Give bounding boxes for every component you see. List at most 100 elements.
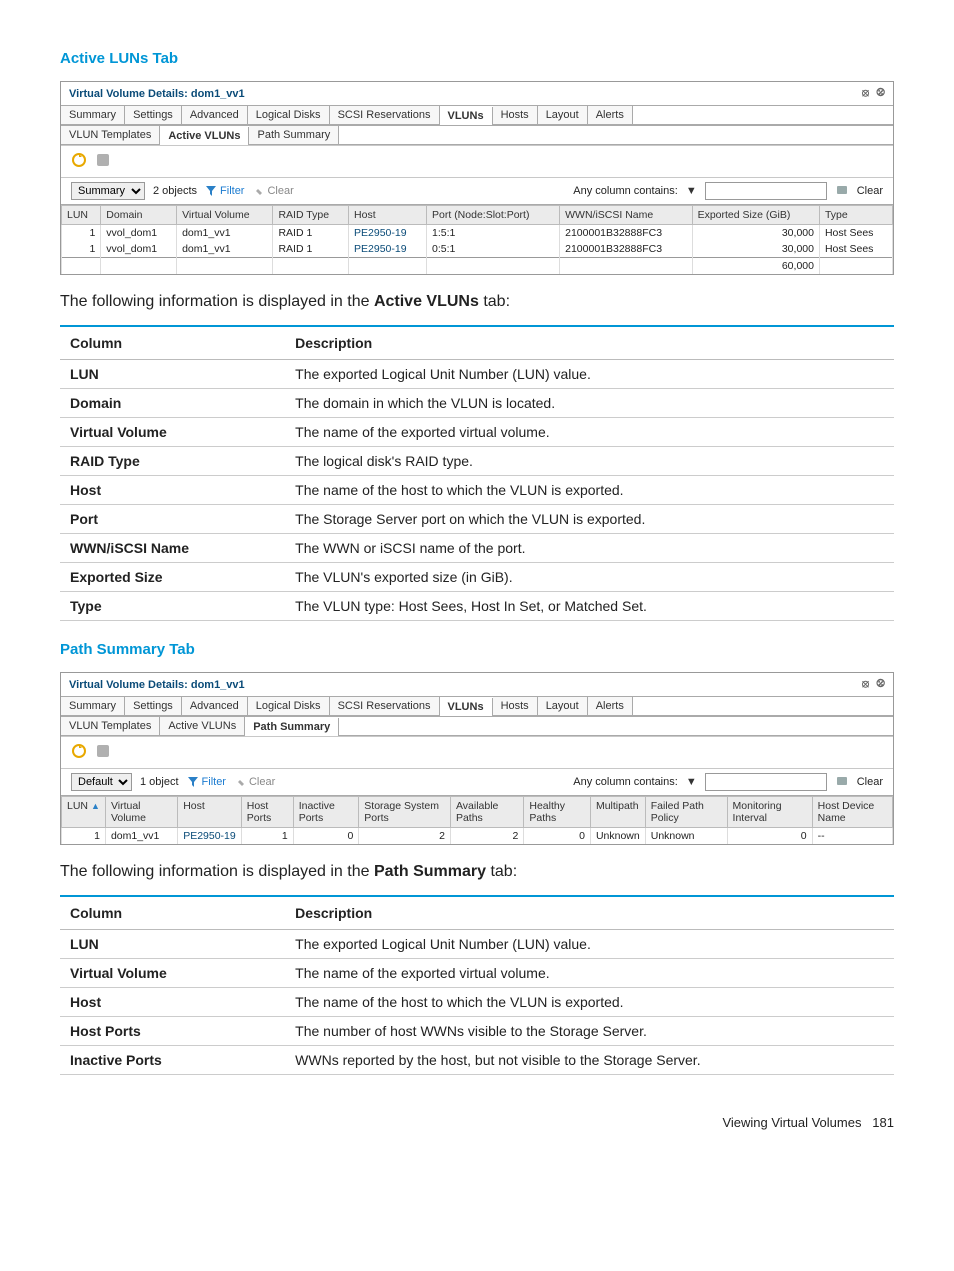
doc-head-column: Column bbox=[60, 326, 285, 360]
tab-row-top: Summary Settings Advanced Logical Disks … bbox=[61, 696, 893, 716]
tab-row-sub: VLUN Templates Active VLUNs Path Summary bbox=[61, 125, 893, 145]
col-host-ports[interactable]: Host Ports bbox=[241, 797, 293, 828]
table-row[interactable]: 1 dom1_vv1 PE2950-19 1 0 2 2 0 Unknown U… bbox=[62, 828, 893, 845]
filter-input[interactable] bbox=[705, 773, 827, 791]
path-summary-grid: LUN▲ Virtual Volume Host Host Ports Inac… bbox=[61, 796, 893, 844]
icon-strip bbox=[61, 736, 893, 769]
col-storage-ports[interactable]: Storage System Ports bbox=[359, 797, 451, 828]
tab-hosts[interactable]: Hosts bbox=[493, 697, 538, 715]
col-port[interactable]: Port (Node:Slot:Port) bbox=[427, 206, 560, 225]
col-monitoring-interval[interactable]: Monitoring Interval bbox=[727, 797, 812, 828]
tab-active-vluns[interactable]: Active VLUNs bbox=[160, 127, 249, 145]
tab-logical-disks[interactable]: Logical Disks bbox=[248, 697, 330, 715]
tab-active-vluns[interactable]: Active VLUNs bbox=[160, 717, 245, 735]
table-row[interactable]: 1 vvol_dom1 dom1_vv1 RAID 1 PE2950-19 0:… bbox=[62, 241, 893, 258]
doc-head-column: Column bbox=[60, 896, 285, 930]
filter-mode-select[interactable]: Summary bbox=[71, 182, 145, 200]
sort-asc-icon: ▲ bbox=[91, 801, 100, 811]
filter-mode-select[interactable]: Default bbox=[71, 773, 132, 791]
clear-left[interactable]: Clear bbox=[252, 185, 293, 197]
collapse-down-icon[interactable]: ⦼ bbox=[876, 678, 885, 690]
col-failed-policy[interactable]: Failed Path Policy bbox=[645, 797, 727, 828]
col-virtual-volume[interactable]: Virtual Volume bbox=[177, 206, 273, 225]
tab-layout[interactable]: Layout bbox=[538, 106, 588, 124]
col-domain[interactable]: Domain bbox=[101, 206, 177, 225]
tab-logical-disks[interactable]: Logical Disks bbox=[248, 106, 330, 124]
col-virtual-volume[interactable]: Virtual Volume bbox=[105, 797, 177, 828]
clear-left[interactable]: Clear bbox=[234, 776, 275, 788]
contains-label: Any column contains: bbox=[573, 776, 678, 788]
col-multipath[interactable]: Multipath bbox=[590, 797, 645, 828]
filter-link[interactable]: Filter bbox=[187, 776, 226, 788]
col-host[interactable]: Host bbox=[178, 797, 242, 828]
tab-row-sub: VLUN Templates Active VLUNs Path Summary bbox=[61, 716, 893, 736]
book-icon[interactable] bbox=[835, 774, 849, 791]
doc-head-description: Description bbox=[285, 326, 894, 360]
doc-table-active-vluns: Column Description LUNThe exported Logic… bbox=[60, 325, 894, 621]
section-title-active-luns: Active LUNs Tab bbox=[60, 50, 894, 67]
table-total-row: 60,000 bbox=[62, 258, 893, 275]
tab-summary[interactable]: Summary bbox=[61, 106, 125, 124]
filter-bar: Summary 2 objects Filter Clear Any colum… bbox=[61, 178, 893, 205]
tab-settings[interactable]: Settings bbox=[125, 697, 182, 715]
tab-alerts[interactable]: Alerts bbox=[588, 106, 633, 124]
collapse-up-icon[interactable]: ⦻ bbox=[862, 678, 869, 690]
section-title-path-summary: Path Summary Tab bbox=[60, 641, 894, 658]
intro-active-vluns: The following information is displayed i… bbox=[60, 293, 894, 311]
col-lun[interactable]: LUN bbox=[62, 206, 101, 225]
panel-path-summary: Virtual Volume Details: dom1_vv1 ⦻ ⦼ Sum… bbox=[60, 672, 894, 845]
col-lun[interactable]: LUN▲ bbox=[62, 797, 106, 828]
tab-scsi-reservations[interactable]: SCSI Reservations bbox=[330, 106, 440, 124]
filter-icon[interactable] bbox=[95, 743, 111, 762]
filter-link[interactable]: Filter bbox=[205, 185, 244, 197]
page-footer: Viewing Virtual Volumes 181 bbox=[60, 1115, 894, 1130]
col-healthy-paths[interactable]: Healthy Paths bbox=[524, 797, 591, 828]
chevron-down-icon[interactable]: ▼ bbox=[686, 776, 697, 788]
col-exported-size[interactable]: Exported Size (GiB) bbox=[692, 206, 819, 225]
chevron-down-icon[interactable]: ▼ bbox=[686, 185, 697, 197]
tab-vlun-templates[interactable]: VLUN Templates bbox=[61, 717, 160, 735]
refresh-icon[interactable] bbox=[71, 743, 87, 762]
col-host[interactable]: Host bbox=[349, 206, 427, 225]
panel-title-text: Virtual Volume Details: dom1_vv1 bbox=[69, 679, 245, 691]
panel-title-text: Virtual Volume Details: dom1_vv1 bbox=[69, 88, 245, 100]
tab-path-summary[interactable]: Path Summary bbox=[245, 718, 339, 736]
tab-advanced[interactable]: Advanced bbox=[182, 106, 248, 124]
col-available-paths[interactable]: Available Paths bbox=[450, 797, 523, 828]
filter-icon[interactable] bbox=[95, 152, 111, 171]
filter-input[interactable] bbox=[705, 182, 827, 200]
book-icon[interactable] bbox=[835, 183, 849, 200]
col-host-device-name[interactable]: Host Device Name bbox=[812, 797, 892, 828]
filter-bar: Default 1 object Filter Clear Any column… bbox=[61, 769, 893, 796]
tab-advanced[interactable]: Advanced bbox=[182, 697, 248, 715]
col-inactive-ports[interactable]: Inactive Ports bbox=[293, 797, 359, 828]
clear-right[interactable]: Clear bbox=[857, 185, 883, 197]
doc-head-description: Description bbox=[285, 896, 894, 930]
icon-strip bbox=[61, 145, 893, 178]
tab-vluns[interactable]: VLUNs bbox=[440, 698, 493, 716]
col-wwn[interactable]: WWN/iSCSI Name bbox=[560, 206, 692, 225]
tab-vlun-templates[interactable]: VLUN Templates bbox=[61, 126, 160, 144]
col-raid-type[interactable]: RAID Type bbox=[273, 206, 349, 225]
col-type[interactable]: Type bbox=[819, 206, 892, 225]
tab-layout[interactable]: Layout bbox=[538, 697, 588, 715]
object-count: 1 object bbox=[140, 776, 179, 788]
tab-path-summary[interactable]: Path Summary bbox=[249, 126, 339, 144]
active-vluns-grid: LUN Domain Virtual Volume RAID Type Host… bbox=[61, 205, 893, 274]
clear-right[interactable]: Clear bbox=[857, 776, 883, 788]
refresh-icon[interactable] bbox=[71, 152, 87, 171]
doc-table-path-summary: Column Description LUNThe exported Logic… bbox=[60, 895, 894, 1075]
tab-row-top: Summary Settings Advanced Logical Disks … bbox=[61, 105, 893, 125]
table-row[interactable]: 1 vvol_dom1 dom1_vv1 RAID 1 PE2950-19 1:… bbox=[62, 225, 893, 242]
collapse-down-icon[interactable]: ⦼ bbox=[876, 87, 885, 99]
contains-label: Any column contains: bbox=[573, 185, 678, 197]
collapse-up-icon[interactable]: ⦻ bbox=[862, 87, 869, 99]
tab-scsi-reservations[interactable]: SCSI Reservations bbox=[330, 697, 440, 715]
tab-vluns[interactable]: VLUNs bbox=[440, 107, 493, 125]
tab-alerts[interactable]: Alerts bbox=[588, 697, 633, 715]
tab-summary[interactable]: Summary bbox=[61, 697, 125, 715]
tab-hosts[interactable]: Hosts bbox=[493, 106, 538, 124]
object-count: 2 objects bbox=[153, 185, 197, 197]
tab-settings[interactable]: Settings bbox=[125, 106, 182, 124]
panel-active-vluns: Virtual Volume Details: dom1_vv1 ⦻ ⦼ Sum… bbox=[60, 81, 894, 275]
